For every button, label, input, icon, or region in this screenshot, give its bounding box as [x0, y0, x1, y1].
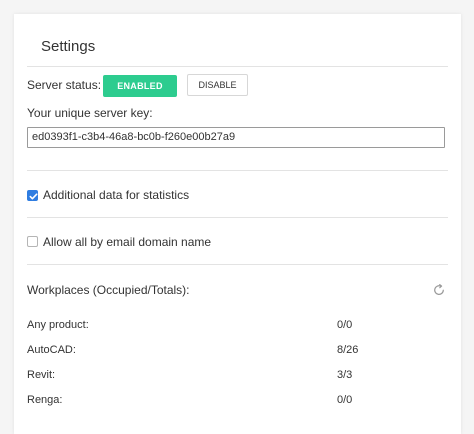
divider — [27, 66, 448, 67]
workplace-value: 0/0 — [337, 394, 353, 406]
workplaces-label: Workplaces (Occupied/Totals): — [27, 283, 190, 297]
workplace-value: 0/0 — [337, 319, 353, 331]
divider — [27, 217, 448, 218]
workplace-value: 8/26 — [337, 344, 359, 356]
workplace-product-label: Any product: — [27, 319, 89, 331]
additional-data-label: Additional data for statistics — [43, 188, 190, 202]
additional-data-checkbox[interactable] — [27, 190, 38, 201]
server-key-input[interactable] — [27, 127, 445, 148]
workplace-value: 3/3 — [337, 369, 353, 381]
divider — [27, 264, 448, 265]
divider — [27, 170, 448, 171]
refresh-icon[interactable] — [432, 283, 446, 297]
workplace-product-label: Renga: — [27, 394, 63, 406]
allow-email-label: Allow all by email domain name — [43, 235, 212, 249]
checkmark-icon — [29, 193, 38, 200]
settings-title: Settings — [41, 38, 96, 55]
settings-panel: Settings Server status: ENABLED DISABLE … — [14, 14, 461, 434]
disable-button[interactable]: DISABLE — [187, 74, 248, 96]
server-key-label: Your unique server key: — [27, 106, 153, 120]
allow-email-checkbox[interactable] — [27, 236, 38, 247]
workplace-product-label: Revit: — [27, 369, 56, 381]
workplace-product-label: AutoCAD: — [27, 344, 76, 356]
server-status-label: Server status: — [27, 78, 102, 92]
enabled-button[interactable]: ENABLED — [103, 75, 177, 97]
